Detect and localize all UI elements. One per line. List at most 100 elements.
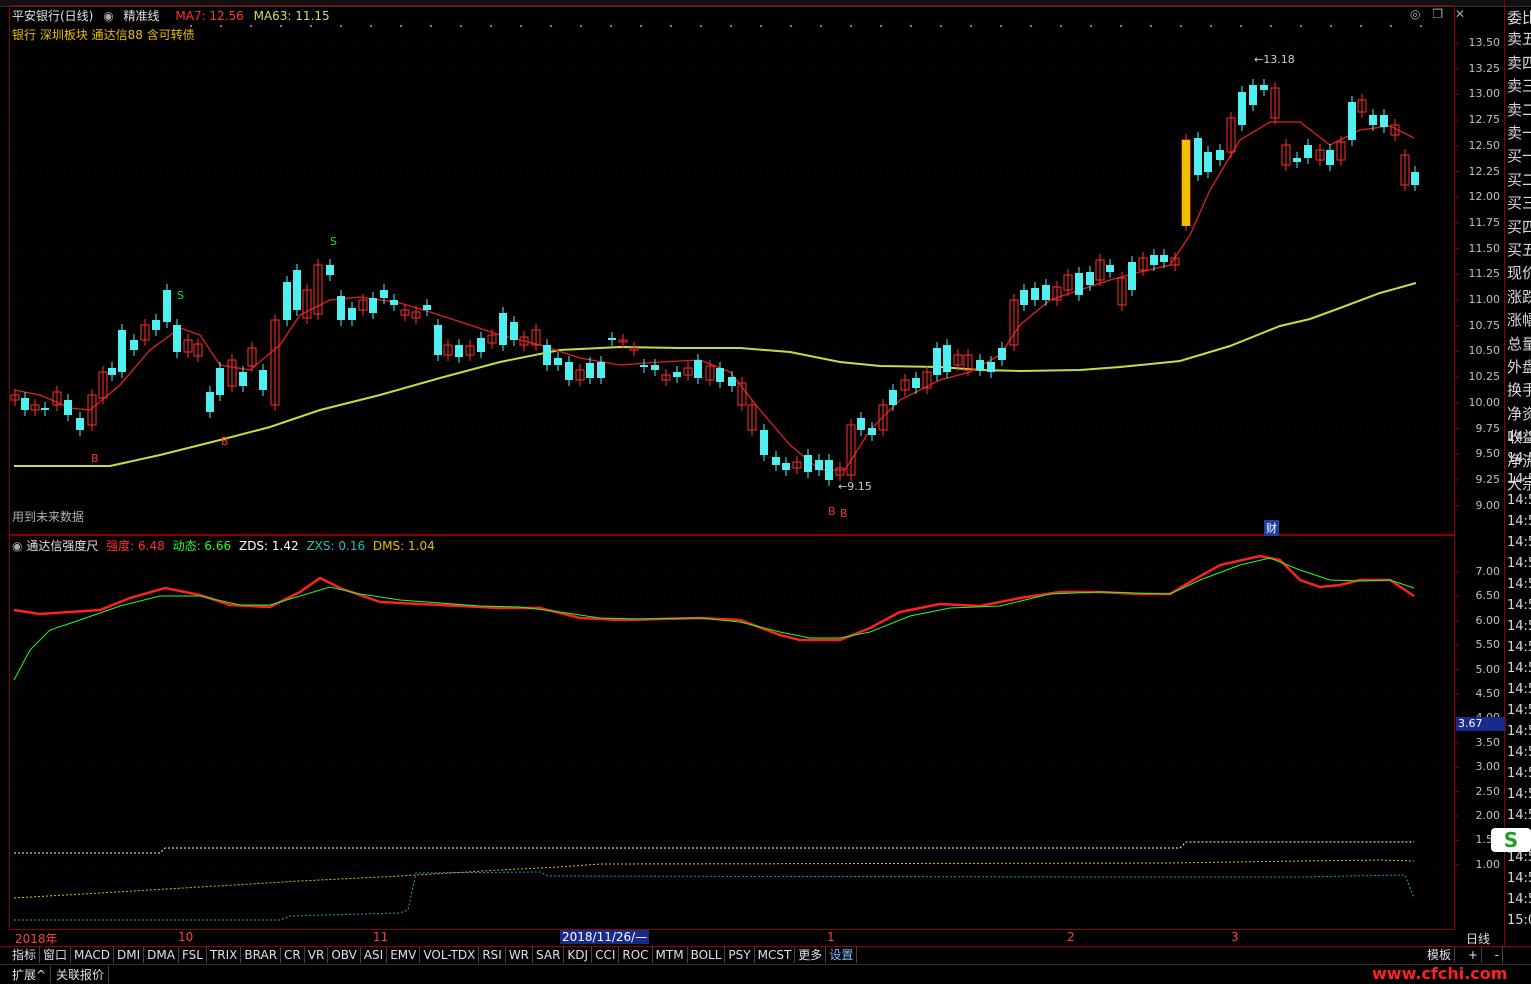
trade-time: 14:5 (1507, 892, 1531, 907)
candle-body (694, 360, 702, 378)
candle-body (912, 378, 920, 388)
candle-body (41, 408, 49, 410)
indicator-tab[interactable]: FSL (179, 947, 207, 963)
candle-body (152, 320, 160, 330)
y-tick-label: 13.50 (1468, 36, 1501, 49)
marker-dot (580, 25, 582, 27)
high-price-label: ←13.18 (1254, 53, 1295, 66)
indicator-tab[interactable]: BOLL (688, 947, 726, 963)
buy-signal: B (828, 505, 836, 518)
marker-dot (760, 25, 762, 27)
marker-dot (700, 25, 702, 27)
candle-body (868, 428, 876, 435)
candle-body (510, 322, 518, 340)
candle-body (76, 418, 84, 430)
indicator-tab[interactable]: ROC (619, 947, 653, 963)
indicator-tab[interactable]: SAR (533, 947, 565, 963)
candle-body (1194, 138, 1202, 175)
indicator-tab[interactable]: MACD (71, 947, 115, 963)
candle-body (1128, 262, 1136, 290)
indicator-tab[interactable]: CR (281, 947, 305, 963)
marker-dot (250, 25, 252, 27)
indicator-tab[interactable]: WR (506, 947, 534, 963)
indicator-tab[interactable]: CCI (592, 947, 620, 963)
y-tick-label: 7.00 (1475, 565, 1501, 578)
y-tick-label: 3.00 (1475, 760, 1501, 774)
indicator-tab[interactable]: VR (305, 947, 329, 963)
sub-indicator-icon[interactable]: ◉ (12, 539, 22, 553)
indicator-tab[interactable]: EMV (387, 947, 421, 963)
candle-body (118, 330, 126, 372)
marker-dot (1360, 25, 1362, 27)
candle-body (499, 313, 507, 345)
candle-body (1326, 150, 1334, 165)
candle-body (651, 365, 659, 370)
candle-body (1042, 285, 1050, 300)
marker-dot (670, 25, 672, 27)
candle-body (1238, 92, 1246, 125)
indicator-tab[interactable]: KDJ (564, 947, 593, 963)
indicator-tab[interactable]: 设置 (826, 947, 858, 963)
quote-field-label: 卖二 (1507, 100, 1531, 119)
indicator-tab[interactable]: 窗口 (40, 947, 72, 963)
candle-body (64, 400, 72, 415)
quote-field-label: 买三 (1507, 194, 1531, 213)
marker-dot (610, 25, 612, 27)
buy-signal: B (91, 452, 99, 465)
expand-button[interactable]: 扩展^ (12, 966, 52, 983)
add-tab-button[interactable]: + (1465, 947, 1482, 963)
indicator-tab-bar: 指标 窗口 MACD DMI DMA FSL TRIX BRAR CR VR OBV ASI EMV VO… (0, 946, 1531, 964)
period-selector[interactable]: 日线 (1466, 930, 1490, 947)
candle-body (728, 377, 736, 386)
indicator-tab[interactable]: VOL-TDX (420, 947, 480, 963)
y-tick-label: 10.50 (1468, 344, 1501, 358)
dynamic-value: 动态: 6.66 (172, 539, 232, 553)
indicator-tab[interactable]: RSI (479, 947, 506, 963)
strength-value: 强度: 6.48 (106, 539, 165, 553)
candle-body (804, 455, 812, 472)
quote-field-label: 净资 (1507, 404, 1531, 423)
extension-bar: 扩展^ 关联报价 www.cfchi.com (0, 964, 1531, 984)
marker-dot (640, 25, 642, 27)
remove-tab-button[interactable]: - (1492, 947, 1504, 963)
indicator-tab[interactable]: 更多 (795, 947, 827, 963)
template-tab[interactable]: 模板 (1424, 947, 1456, 963)
candle-body (825, 460, 833, 480)
indicator-tab[interactable]: MCST (755, 947, 796, 963)
chart-canvas[interactable] (0, 0, 1531, 983)
candle-body (673, 372, 681, 377)
indicator-tab[interactable]: BRAR (241, 947, 282, 963)
indicator-tab[interactable]: TRIX (207, 947, 242, 963)
indicator-tab[interactable]: MTM (653, 947, 688, 963)
zxs-value: ZXS: 0.16 (306, 539, 366, 553)
indicator-tab[interactable]: ASI (361, 947, 388, 963)
indicator-tab[interactable]: OBV (328, 947, 361, 963)
marker-dot (880, 25, 882, 27)
trade-time: 14:5 (1507, 619, 1531, 634)
quote-field-label: 外盘 (1507, 358, 1531, 376)
quote-field-label: 买一 (1507, 147, 1531, 166)
candle-body (1160, 255, 1168, 262)
indicator-tab[interactable]: PSY (725, 947, 755, 963)
y-tick-label: 5.00 (1475, 662, 1501, 676)
y-tick-label: 11.50 (1468, 241, 1501, 255)
indicator-tab[interactable]: DMA (144, 947, 179, 963)
indicator-tab[interactable]: DMI (114, 947, 145, 963)
candle-body (1293, 158, 1301, 162)
marker-dot (280, 25, 282, 27)
related-quote-button[interactable]: 关联报价 (56, 966, 110, 983)
trade-time: 14:5 (1507, 430, 1531, 445)
trade-time: 14:5 (1507, 598, 1531, 613)
trade-time: 14:5 (1507, 703, 1531, 718)
candle-body (1216, 150, 1224, 160)
indicator-tab[interactable]: 指标 (9, 947, 41, 963)
candle-body (163, 290, 171, 322)
sub-indicator-name[interactable]: 通达信强度尺 (26, 539, 98, 553)
trade-time: 14:5 (1507, 577, 1531, 592)
x-label: 1 (827, 930, 835, 944)
sub-chart-header: ◉ 通达信强度尺 强度: 6.48 动态: 6.66 ZDS: 1.42 ZXS… (12, 537, 435, 554)
finance-badge[interactable]: 财 (1264, 520, 1279, 536)
candle-body (390, 300, 398, 305)
marker-dot (220, 25, 222, 27)
y-tick-label: 9.00 (1475, 498, 1501, 512)
